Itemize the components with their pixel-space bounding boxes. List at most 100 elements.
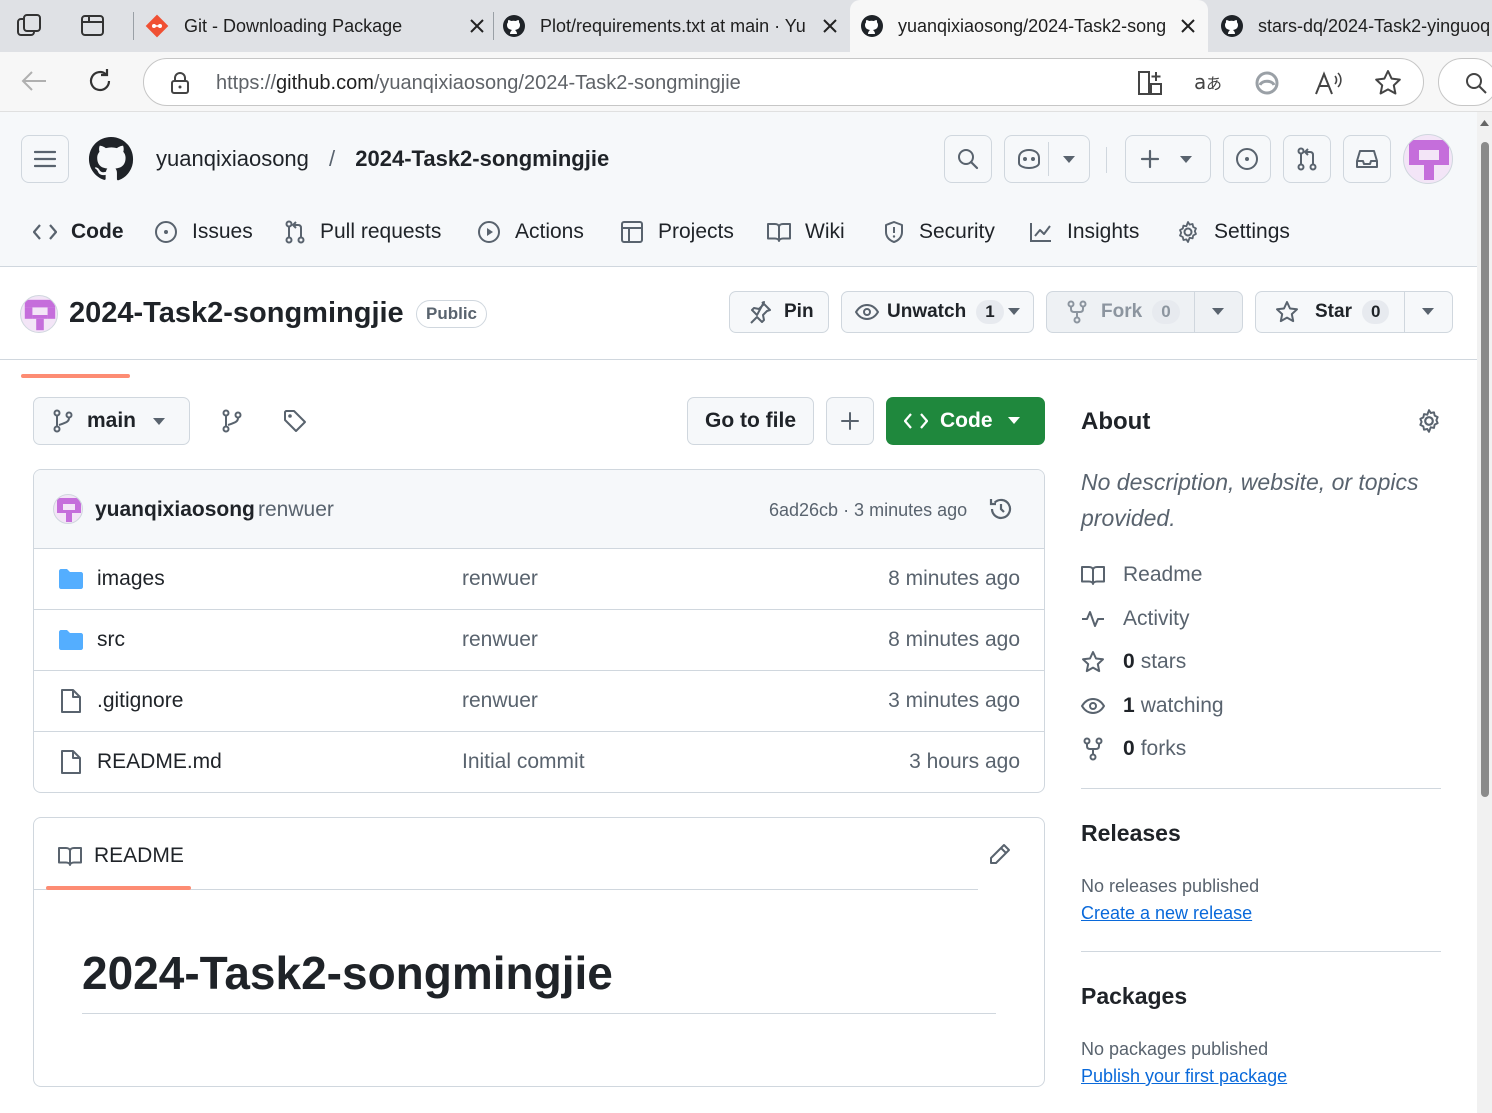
tab-wiki[interactable]: Wiki — [767, 212, 845, 252]
go-to-file-button[interactable]: Go to file — [687, 397, 814, 445]
plus-icon — [1140, 149, 1160, 169]
table-row[interactable]: images renwuer 8 minutes ago — [34, 548, 1044, 609]
avatar[interactable] — [53, 494, 83, 524]
tab-label: Insights — [1067, 220, 1140, 243]
copilot-button[interactable] — [1004, 135, 1090, 183]
url-field[interactable]: https://github.com/yuanqixiaosong/2024-T… — [143, 58, 1424, 106]
back-icon[interactable] — [20, 68, 48, 94]
pencil-icon[interactable] — [988, 842, 1012, 866]
table-row[interactable]: .gitignore renwuer 3 minutes ago — [34, 670, 1044, 731]
code-dropdown-button[interactable]: Code — [886, 397, 1045, 445]
repo-owner-avatar[interactable] — [20, 295, 58, 333]
inbox-button[interactable] — [1343, 135, 1391, 183]
commit-message[interactable]: renwuer — [258, 498, 334, 522]
split-screen-icon[interactable] — [1137, 70, 1163, 96]
unwatch-button[interactable]: Unwatch 1 — [841, 291, 1034, 333]
issues-button[interactable] — [1223, 135, 1271, 183]
readme-link-label: Readme — [1123, 563, 1203, 586]
add-file-button[interactable] — [826, 397, 874, 445]
triangle-down-icon[interactable] — [1422, 308, 1434, 316]
commit-author[interactable]: yuanqixiaosong — [95, 498, 255, 522]
tab-issues[interactable]: Issues — [154, 212, 253, 252]
create-new-button[interactable] — [1125, 135, 1211, 183]
repo-title[interactable]: 2024-Task2-songmingjie — [69, 297, 404, 330]
tab-label: Wiki — [805, 220, 845, 243]
tab-code[interactable]: Code — [33, 212, 124, 252]
favorite-star-icon[interactable] — [1374, 69, 1402, 97]
avatar[interactable] — [1403, 134, 1453, 184]
fork-button[interactable]: Fork 0 — [1046, 291, 1243, 333]
table-row[interactable]: src renwuer 8 minutes ago — [34, 609, 1044, 670]
publish-package-link[interactable]: Publish your first package — [1081, 1066, 1287, 1087]
file-name[interactable]: src — [97, 628, 125, 652]
table-icon — [621, 221, 643, 243]
file-name[interactable]: README.md — [97, 750, 222, 774]
file-commit-message[interactable]: renwuer — [462, 689, 538, 713]
file-commit-message[interactable]: renwuer — [462, 567, 538, 591]
releases-title[interactable]: Releases — [1081, 820, 1181, 847]
workspaces-icon[interactable] — [16, 13, 44, 39]
browser-tab-repo[interactable]: yuanqixiaosong/2024-Task2-song — [850, 0, 1208, 52]
browser-tab-stars[interactable]: stars-dq/2024-Task2-yinguoq — [1220, 0, 1492, 52]
scroll-up-icon[interactable] — [1480, 120, 1489, 126]
pin-icon — [750, 301, 771, 324]
file-commit-message[interactable]: Initial commit — [462, 750, 585, 774]
page-scrollbar[interactable] — [1477, 112, 1492, 1113]
gear-icon[interactable] — [1416, 408, 1442, 434]
triangle-down-icon[interactable] — [1212, 308, 1224, 316]
readme-tab[interactable]: README — [58, 844, 184, 868]
repo-link[interactable]: 2024-Task2-songmingjie — [355, 146, 609, 171]
tab-actions[interactable]: Actions — [477, 212, 584, 252]
search-button[interactable] — [944, 135, 992, 183]
packages-title[interactable]: Packages — [1081, 983, 1187, 1010]
github-logo-icon[interactable] — [88, 136, 134, 182]
tab-label: Issues — [192, 220, 253, 243]
branch-selector[interactable]: main — [33, 397, 190, 445]
commit-hash-time[interactable]: 6ad26cb · 3 minutes ago — [769, 500, 967, 521]
tab-label: Actions — [515, 220, 584, 243]
book-icon — [1081, 566, 1105, 585]
search-button[interactable] — [1438, 58, 1492, 106]
close-tab-icon[interactable] — [1178, 16, 1198, 36]
stars-link[interactable]: 0 stars — [1081, 650, 1186, 674]
tab-security[interactable]: Security — [883, 212, 995, 252]
tab-settings[interactable]: Settings — [1176, 212, 1290, 252]
close-tab-icon[interactable] — [467, 16, 487, 36]
watching-link[interactable]: 1 watching — [1081, 694, 1224, 718]
translate-icon[interactable]: aあ — [1194, 69, 1222, 95]
history-icon[interactable] — [988, 496, 1014, 522]
tab-actions-icon[interactable] — [80, 14, 106, 38]
readme-link[interactable]: Readme — [1081, 563, 1202, 587]
file-name[interactable]: images — [97, 567, 165, 591]
browser-tab-git[interactable]: Git - Downloading Package — [142, 0, 487, 52]
refresh-icon[interactable] — [86, 67, 114, 95]
file-name[interactable]: .gitignore — [97, 689, 183, 713]
close-tab-icon[interactable] — [820, 16, 840, 36]
unwatch-label: Unwatch — [887, 301, 967, 322]
tab-pull-requests[interactable]: Pull requests — [284, 212, 441, 252]
tab-insights[interactable]: Insights — [1029, 212, 1139, 252]
branches-icon[interactable] — [221, 409, 243, 433]
owner-link[interactable]: yuanqixiaosong — [156, 146, 309, 171]
star-button[interactable]: Star 0 — [1255, 291, 1453, 333]
menu-button[interactable] — [21, 135, 69, 183]
table-row[interactable]: README.md Initial commit 3 hours ago — [34, 731, 1044, 792]
activity-link[interactable]: Activity — [1081, 607, 1190, 631]
breadcrumb-separator: / — [329, 146, 336, 171]
read-aloud-icon[interactable] — [1314, 70, 1342, 96]
folder-icon — [58, 629, 84, 651]
triangle-down-icon[interactable] — [1063, 156, 1075, 164]
create-release-link[interactable]: Create a new release — [1081, 903, 1252, 924]
browser-tab-requirements[interactable]: Plot/requirements.txt at main · Yu — [502, 0, 840, 52]
tab-label: Security — [919, 220, 995, 243]
pull-requests-button[interactable] — [1283, 135, 1331, 183]
tag-icon[interactable] — [283, 409, 307, 433]
tab-projects[interactable]: Projects — [620, 212, 734, 252]
scrollbar-thumb[interactable] — [1481, 142, 1489, 797]
lock-icon[interactable] — [170, 71, 190, 95]
pin-button[interactable]: Pin — [729, 291, 829, 333]
file-commit-message[interactable]: renwuer — [462, 628, 538, 652]
edge-collections-icon[interactable] — [1254, 70, 1280, 96]
triangle-down-icon[interactable] — [1008, 308, 1020, 316]
forks-link[interactable]: 0 forks — [1081, 737, 1186, 761]
